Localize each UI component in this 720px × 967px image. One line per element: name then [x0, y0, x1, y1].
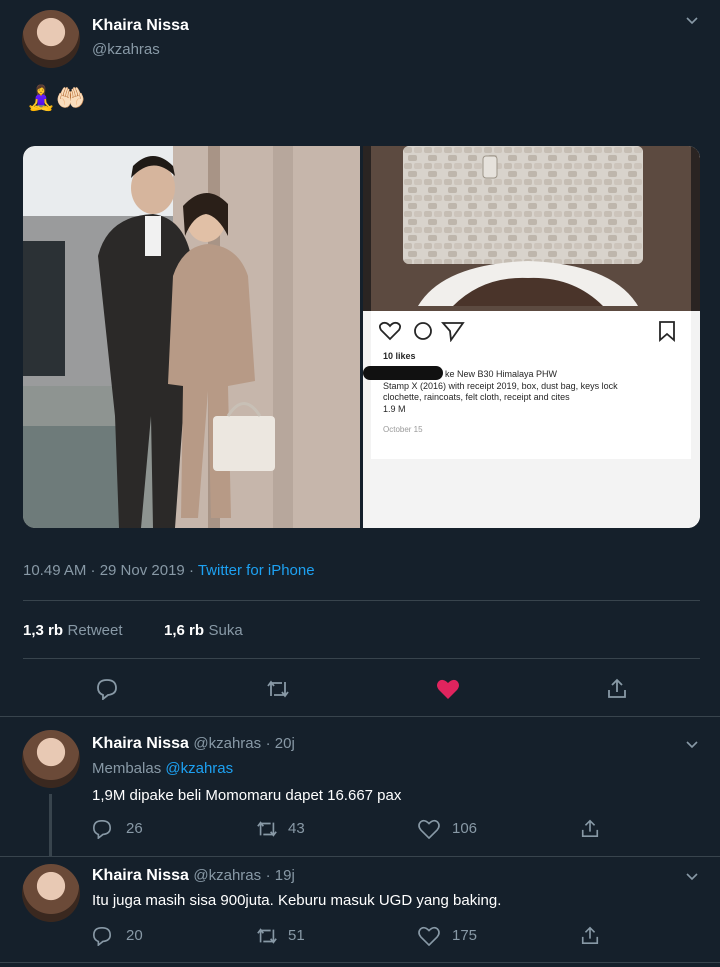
- reply-time[interactable]: · 20j: [266, 735, 295, 752]
- bookmark-icon: [659, 321, 675, 342]
- instagram-caption-line2: Stamp X (2016) with receipt 2019, box, d…: [383, 381, 618, 391]
- reply-time[interactable]: · 19j: [266, 867, 295, 884]
- reply-actions: 20 51 175: [92, 925, 612, 947]
- like-stat[interactable]: 1,6 rb Suka: [164, 622, 243, 640]
- retweet-count: 1,3 rb: [23, 622, 64, 639]
- heart-icon: [418, 819, 440, 839]
- divider: [23, 658, 700, 659]
- replying-to-handle[interactable]: @kzahras: [165, 760, 233, 777]
- replying-label: Membalas: [92, 760, 162, 777]
- heart-icon: [418, 926, 440, 946]
- author-name[interactable]: Khaira Nissa: [92, 17, 189, 35]
- reply-header: Khaira Nissa @kzahras · 20j: [92, 735, 295, 753]
- retweet-button[interactable]: [266, 679, 290, 699]
- retweet-count: 43: [288, 820, 305, 837]
- reply-icon: [92, 926, 112, 946]
- instagram-caption-line4: 1.9 M: [383, 404, 406, 414]
- divider: [0, 962, 720, 963]
- retweet-icon: [257, 928, 277, 944]
- reply-icon: [92, 819, 112, 839]
- retweet-icon: [267, 680, 289, 698]
- tweet-timestamp[interactable]: 10.49 AM · 29 Nov 2019 ·: [23, 562, 198, 579]
- reply-author-handle[interactable]: @kzahras: [193, 735, 261, 752]
- like-button[interactable]: [436, 678, 460, 700]
- chevron-down-icon[interactable]: [684, 868, 700, 889]
- reply-actions: 26 43 106: [92, 818, 612, 840]
- retweet-count: 51: [288, 927, 305, 944]
- tweet-media[interactable]: 10 likes ke New B30 Himalaya PHW Stamp X…: [23, 146, 700, 528]
- share-icon: [581, 926, 599, 944]
- share-button[interactable]: [606, 677, 628, 699]
- retweet-icon: [257, 821, 277, 837]
- instagram-caption-line3: clochette, raincoats, felt cloth, receip…: [383, 392, 570, 402]
- media-photo-left[interactable]: [23, 146, 360, 528]
- chevron-down-icon[interactable]: [684, 12, 700, 33]
- replying-to: Membalas @kzahras: [92, 760, 233, 777]
- divider: [0, 716, 720, 717]
- avatar[interactable]: [22, 10, 80, 68]
- instagram-actions-icon: [379, 321, 465, 342]
- media-divider: [360, 146, 363, 528]
- tweet-text: 🧘‍♀️🤲🏻: [26, 85, 86, 112]
- reply-text: 1,9M dipake beli Momomaru dapet 16.667 p…: [92, 787, 402, 804]
- like-count: 175: [452, 927, 478, 944]
- tweet-meta: 10.49 AM · 29 Nov 2019 · Twitter for iPh…: [23, 562, 315, 579]
- instagram-likes: 10 likes: [383, 351, 416, 361]
- instagram-caption-line1: ke New B30 Himalaya PHW: [445, 369, 558, 379]
- reply-count: 26: [126, 820, 143, 837]
- chevron-down-icon[interactable]: [684, 736, 700, 757]
- avatar[interactable]: [22, 730, 80, 788]
- avatar[interactable]: [22, 864, 80, 922]
- reply-button[interactable]: [96, 678, 118, 700]
- retweet-stat[interactable]: 1,3 rb Retweet: [23, 622, 123, 640]
- like-label: Suka: [208, 622, 243, 639]
- reply-author-name[interactable]: Khaira Nissa: [92, 867, 189, 884]
- reply-header: Khaira Nissa @kzahras · 19j: [92, 867, 295, 885]
- retweet-label: Retweet: [67, 622, 123, 639]
- reply-count: 20: [126, 927, 143, 944]
- like-count: 106: [452, 820, 478, 837]
- heart-icon: [437, 679, 459, 699]
- divider: [23, 600, 700, 601]
- like-count: 1,6 rb: [164, 622, 205, 639]
- instagram-date: October 15: [383, 425, 423, 434]
- redaction-mark: [363, 366, 443, 380]
- share-button[interactable]: [580, 925, 600, 950]
- media-photo-right[interactable]: 10 likes ke New B30 Himalaya PHW Stamp X…: [363, 146, 700, 528]
- author-handle[interactable]: @kzahras: [92, 41, 160, 58]
- reply-icon: [97, 679, 117, 700]
- reply-author-name[interactable]: Khaira Nissa: [92, 735, 189, 752]
- divider: [0, 856, 720, 857]
- thread-line: [49, 794, 52, 856]
- share-icon: [608, 678, 626, 698]
- reply-author-handle[interactable]: @kzahras: [193, 867, 261, 884]
- couple-photo: [23, 146, 360, 528]
- share-button[interactable]: [580, 818, 600, 843]
- share-icon: [581, 819, 599, 837]
- reply-text: Itu juga masih sisa 900juta. Keburu masu…: [92, 892, 502, 909]
- tweet-source[interactable]: Twitter for iPhone: [198, 562, 315, 579]
